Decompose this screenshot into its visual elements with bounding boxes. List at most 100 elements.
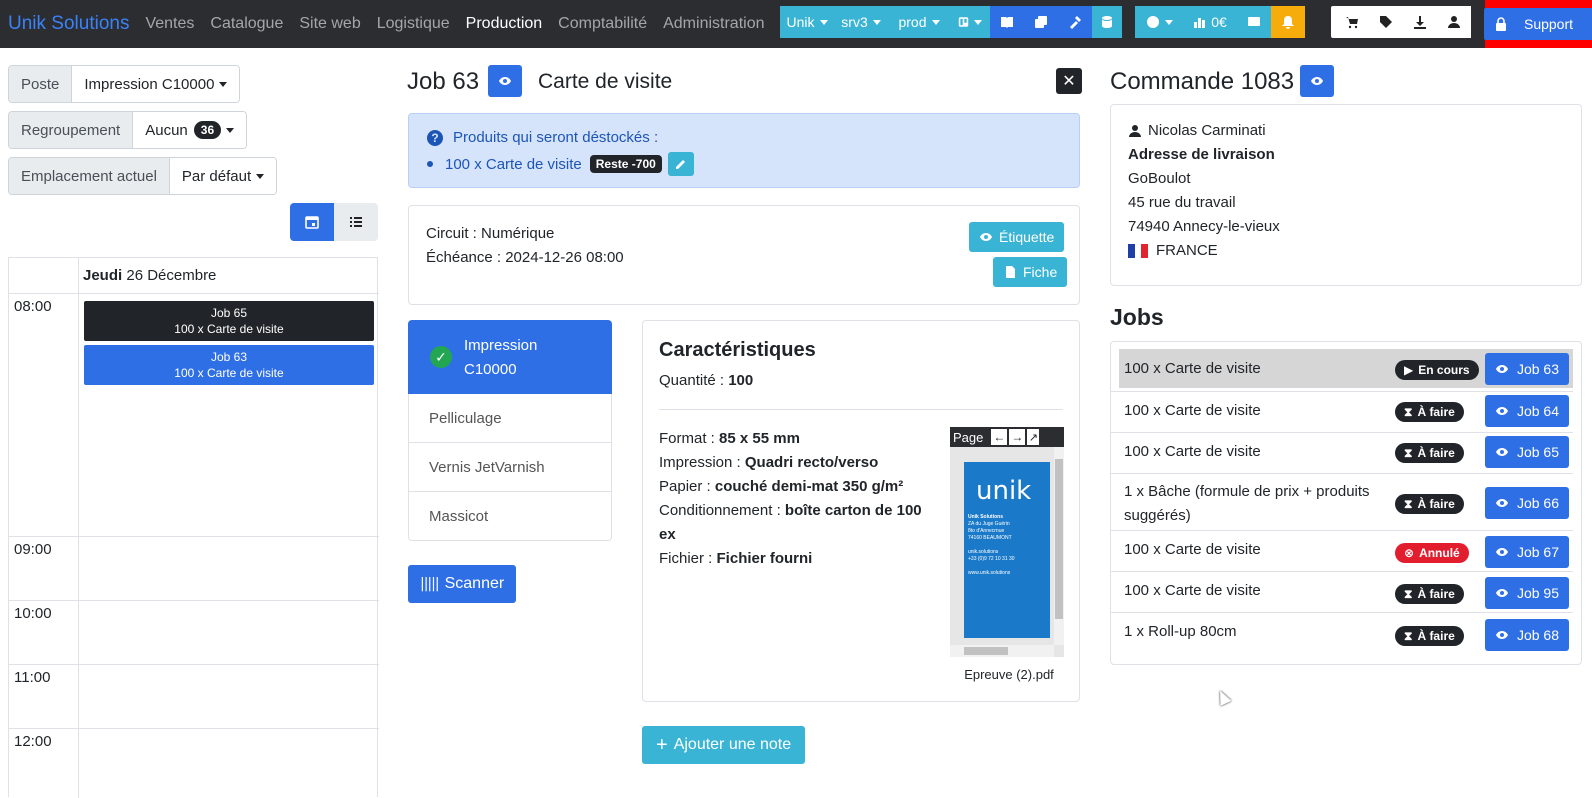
address-lines: GoBoulot 45 rue du travail 74940 Annecy-… [1128, 167, 1280, 263]
alert-title: Produits qui seront déstockés : [453, 129, 659, 146]
brand-logo[interactable]: Unik Solutions [8, 13, 129, 35]
server-dropdown[interactable]: srv3 [834, 6, 888, 38]
eye-icon [1495, 548, 1508, 556]
book-button[interactable] [990, 6, 1024, 38]
close-button[interactable]: ✕ [1056, 68, 1082, 94]
user-button[interactable] [1437, 6, 1471, 38]
download-button[interactable] [1403, 6, 1437, 38]
nav-ventes[interactable]: Ventes [145, 15, 194, 32]
time-row: 11:00 [9, 664, 379, 728]
pdf-preview[interactable]: Page ← → ↗ unik Unik Solutions ZA du Jug… [950, 427, 1064, 657]
tools-toolbar: 0€ [1135, 6, 1305, 38]
pdf-hscrollbar[interactable] [950, 645, 1054, 657]
cart-button[interactable] [1335, 6, 1369, 38]
step-label: Vernis JetVarnish [429, 458, 545, 476]
hourglass-icon: ⧗ [1404, 445, 1413, 460]
pdf-filename: Epreuve (2).pdf [964, 667, 1054, 682]
env-dropdown[interactable]: prod [888, 6, 950, 38]
revenue-button[interactable]: 0€ [1183, 6, 1237, 38]
quantity-label: Quantité : [659, 372, 729, 389]
board-dropdown[interactable] [950, 6, 990, 38]
job-row-name: 1 x Roll-up 80cm [1124, 623, 1237, 640]
group-select[interactable]: Aucun 36 [133, 112, 247, 148]
event-subtitle: 100 x Carte de visite [174, 366, 284, 380]
step-vernis[interactable]: Vernis JetVarnish [408, 443, 612, 492]
nav-production[interactable]: Production [466, 15, 543, 32]
step-label: Massicot [429, 507, 489, 525]
tags-icon [1380, 16, 1392, 28]
nav-site-web[interactable]: Site web [299, 15, 360, 32]
calendar-icon [305, 216, 319, 229]
time-slot: 09:00 [14, 541, 52, 558]
support-button[interactable]: Support [1483, 8, 1592, 40]
nav-catalogue[interactable]: Catalogue [210, 15, 283, 32]
scanner-button[interactable]: ||||| Scanner [408, 565, 517, 603]
globe-dropdown[interactable] [1135, 6, 1183, 38]
step-massicot[interactable]: Massicot [408, 492, 612, 541]
nav-logistique[interactable]: Logistique [377, 15, 450, 32]
eye-icon [1495, 589, 1508, 597]
eye-icon [1495, 631, 1508, 639]
edit-stock-button[interactable] [667, 152, 694, 176]
job-row-name: 100 x Carte de visite [1124, 402, 1261, 419]
calendar-event-job-63[interactable]: Job 63 100 x Carte de visite [84, 345, 374, 385]
messages-button[interactable] [1237, 6, 1271, 38]
characteristics-card: Caractéristiques Quantité : 100 Format :… [642, 320, 1080, 702]
job-67-button[interactable]: Job 67 [1485, 536, 1569, 568]
status-text: À faire [1417, 629, 1455, 643]
status-text: En cours [1418, 363, 1470, 377]
pdf-page-label: Page [953, 429, 984, 445]
poste-select[interactable]: Impression C10000 [72, 66, 240, 102]
status-badge: ⧗ À faire [1395, 402, 1464, 422]
step-impression[interactable]: ✓ Impression C10000 [408, 320, 612, 394]
job-row-name: 100 x Carte de visite [1124, 582, 1261, 599]
view-job-button[interactable] [488, 65, 522, 97]
hscroll-thumb[interactable] [964, 647, 1008, 655]
list-view-button[interactable] [334, 203, 378, 241]
database-icon [1102, 16, 1112, 28]
time-slot: 12:00 [14, 733, 52, 750]
list-icon [350, 217, 362, 227]
add-note-button[interactable]: + Ajouter une note [642, 726, 806, 764]
company-dropdown[interactable]: Unik [780, 6, 834, 38]
file-value: Fichier fourni [716, 550, 813, 567]
copy-button[interactable] [1024, 6, 1058, 38]
status-badge: ⧗ À faire [1395, 584, 1464, 604]
job-68-button[interactable]: Job 68 [1485, 619, 1569, 651]
scroll-thumb[interactable] [1055, 459, 1063, 619]
arrow-left-icon[interactable]: ← [991, 429, 1008, 445]
hourglass-icon: ⧗ [1404, 586, 1413, 601]
pdf-scrollbar[interactable] [1054, 447, 1064, 645]
tools-button[interactable] [1058, 6, 1092, 38]
tags-button[interactable] [1369, 6, 1403, 38]
job-95-button[interactable]: Job 95 [1485, 577, 1569, 609]
due-line: Échéance : 2024-12-26 08:00 [426, 246, 624, 270]
card-text: Unik Solutions ZA du Juge Guérin 8to d'A… [968, 514, 1046, 577]
label-button[interactable]: Étiquette [969, 222, 1065, 252]
arrow-right-icon[interactable]: → [1009, 429, 1026, 445]
job-66-button[interactable]: Job 66 [1485, 487, 1569, 519]
database-button[interactable] [1092, 6, 1122, 38]
job-64-button[interactable]: Job 64 [1485, 395, 1569, 427]
event-title: Job 63 [210, 350, 248, 364]
step-pelliculage[interactable]: Pelliculage [408, 394, 612, 443]
location-group: Emplacement actuel Par défaut [8, 157, 278, 195]
status-text: Annulé [1419, 546, 1460, 560]
location-select[interactable]: Par défaut [169, 158, 277, 194]
job-63-button[interactable]: Job 63 [1485, 353, 1569, 385]
notifications-button[interactable] [1271, 6, 1305, 38]
group-group: Regroupement Aucun 36 [8, 111, 248, 149]
sheet-button[interactable]: Fiche [993, 257, 1068, 287]
view-order-button[interactable] [1300, 65, 1334, 97]
card-line: 74160 BEAUMONT [968, 535, 1012, 541]
poste-label: Poste [9, 66, 73, 102]
nav-administration[interactable]: Administration [663, 15, 764, 32]
job-65-button[interactable]: Job 65 [1485, 436, 1569, 468]
external-link-icon[interactable]: ↗ [1027, 429, 1040, 445]
calendar-event-job-65[interactable]: Job 65 100 x Carte de visite [84, 301, 374, 341]
main-nav: Ventes Catalogue Site web Logistique Product… [145, 15, 780, 33]
question-icon: ? [427, 129, 443, 146]
calendar-view-button[interactable] [290, 203, 334, 241]
group-label: Regroupement [9, 112, 134, 148]
nav-comptabilite[interactable]: Comptabilité [558, 15, 647, 32]
